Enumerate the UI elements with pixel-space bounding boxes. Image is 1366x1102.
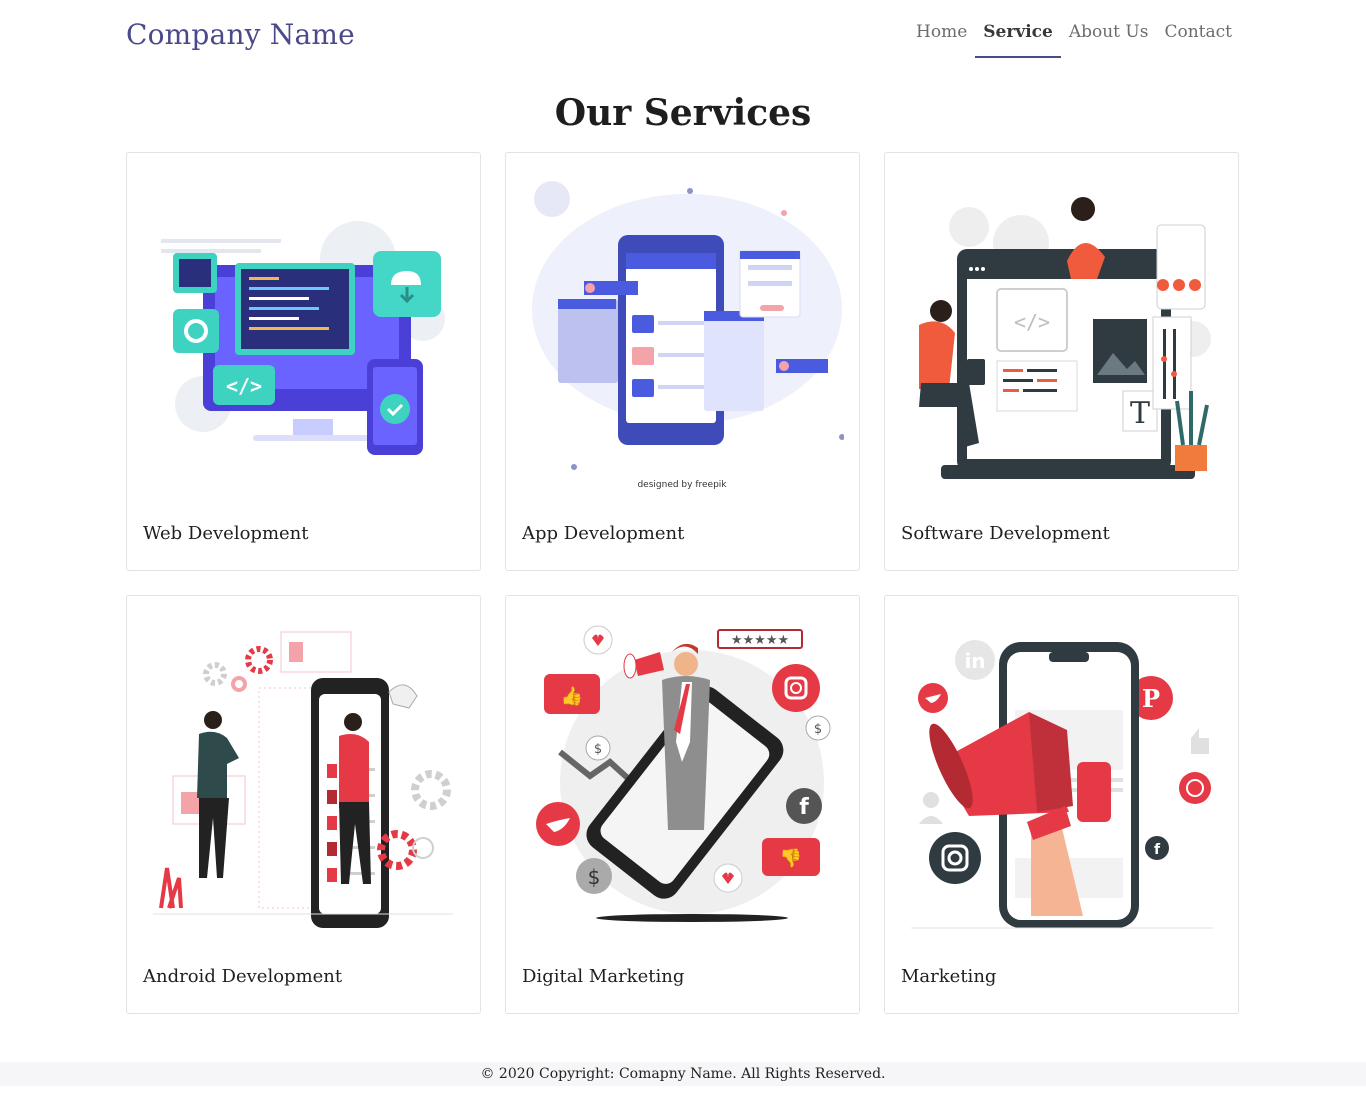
software-development-illustration: </> T <box>919 197 1211 479</box>
card-title: Marketing <box>901 966 997 987</box>
brand-logo[interactable]: Company Name <box>126 18 355 51</box>
card-title: App Development <box>522 523 685 544</box>
nav-menu: Home Service About Us Contact <box>908 22 1240 58</box>
service-card-digital-marketing[interactable]: ★★★★★ 👍 $ $ f 👎 $ Digital Marketing <box>505 595 860 1014</box>
svg-text:P: P <box>1142 684 1160 713</box>
svg-text:</>: </> <box>226 374 262 398</box>
card-title: Digital Marketing <box>522 966 685 987</box>
service-card-marketing[interactable]: in P f Marketing <box>884 595 1239 1014</box>
card-title: Web Development <box>143 523 309 544</box>
nav-contact[interactable]: Contact <box>1156 22 1240 58</box>
navbar: Company Name Home Service About Us Conta… <box>0 0 1366 72</box>
android-development-illustration <box>153 631 453 928</box>
freepik-credit: designed by freepik <box>637 480 727 489</box>
svg-text:$: $ <box>814 722 822 737</box>
nav-home[interactable]: Home <box>908 22 975 58</box>
services-grid: </> Web Development designed by freepik … <box>126 152 1240 1014</box>
svg-text:T: T <box>1130 396 1150 431</box>
nav-about-us[interactable]: About Us <box>1061 22 1157 58</box>
marketing-illustration: in P f <box>911 640 1213 929</box>
digital-marketing-illustration: ★★★★★ 👍 $ $ f 👎 $ <box>536 625 831 922</box>
svg-text:f: f <box>799 795 809 820</box>
card-title: Software Development <box>901 523 1110 544</box>
svg-text:★★★★★: ★★★★★ <box>731 633 789 648</box>
svg-text:👎: 👎 <box>780 848 802 869</box>
svg-text:$: $ <box>594 742 602 757</box>
service-card-app-development[interactable]: designed by freepik App Development <box>505 152 860 571</box>
copyright-text: © 2020 Copyright: Comapny Name. All Righ… <box>480 1066 886 1082</box>
app-development-illustration: designed by freepik <box>532 181 844 489</box>
svg-text:👍: 👍 <box>561 685 583 707</box>
footer: © 2020 Copyright: Comapny Name. All Righ… <box>0 1062 1366 1086</box>
card-title: Android Development <box>143 966 343 987</box>
svg-text:f: f <box>1154 842 1161 858</box>
svg-text:$: $ <box>588 865 601 889</box>
svg-text:</>: </> <box>1014 310 1050 334</box>
nav-service[interactable]: Service <box>975 22 1061 58</box>
service-card-android-development[interactable]: Android Development <box>126 595 481 1014</box>
web-development-illustration: </> <box>161 221 445 455</box>
page-title: Our Services <box>554 92 812 134</box>
service-card-software-development[interactable]: </> T Software Development <box>884 152 1239 571</box>
svg-text:in: in <box>964 649 985 673</box>
service-card-web-development[interactable]: </> Web Development <box>126 152 481 571</box>
